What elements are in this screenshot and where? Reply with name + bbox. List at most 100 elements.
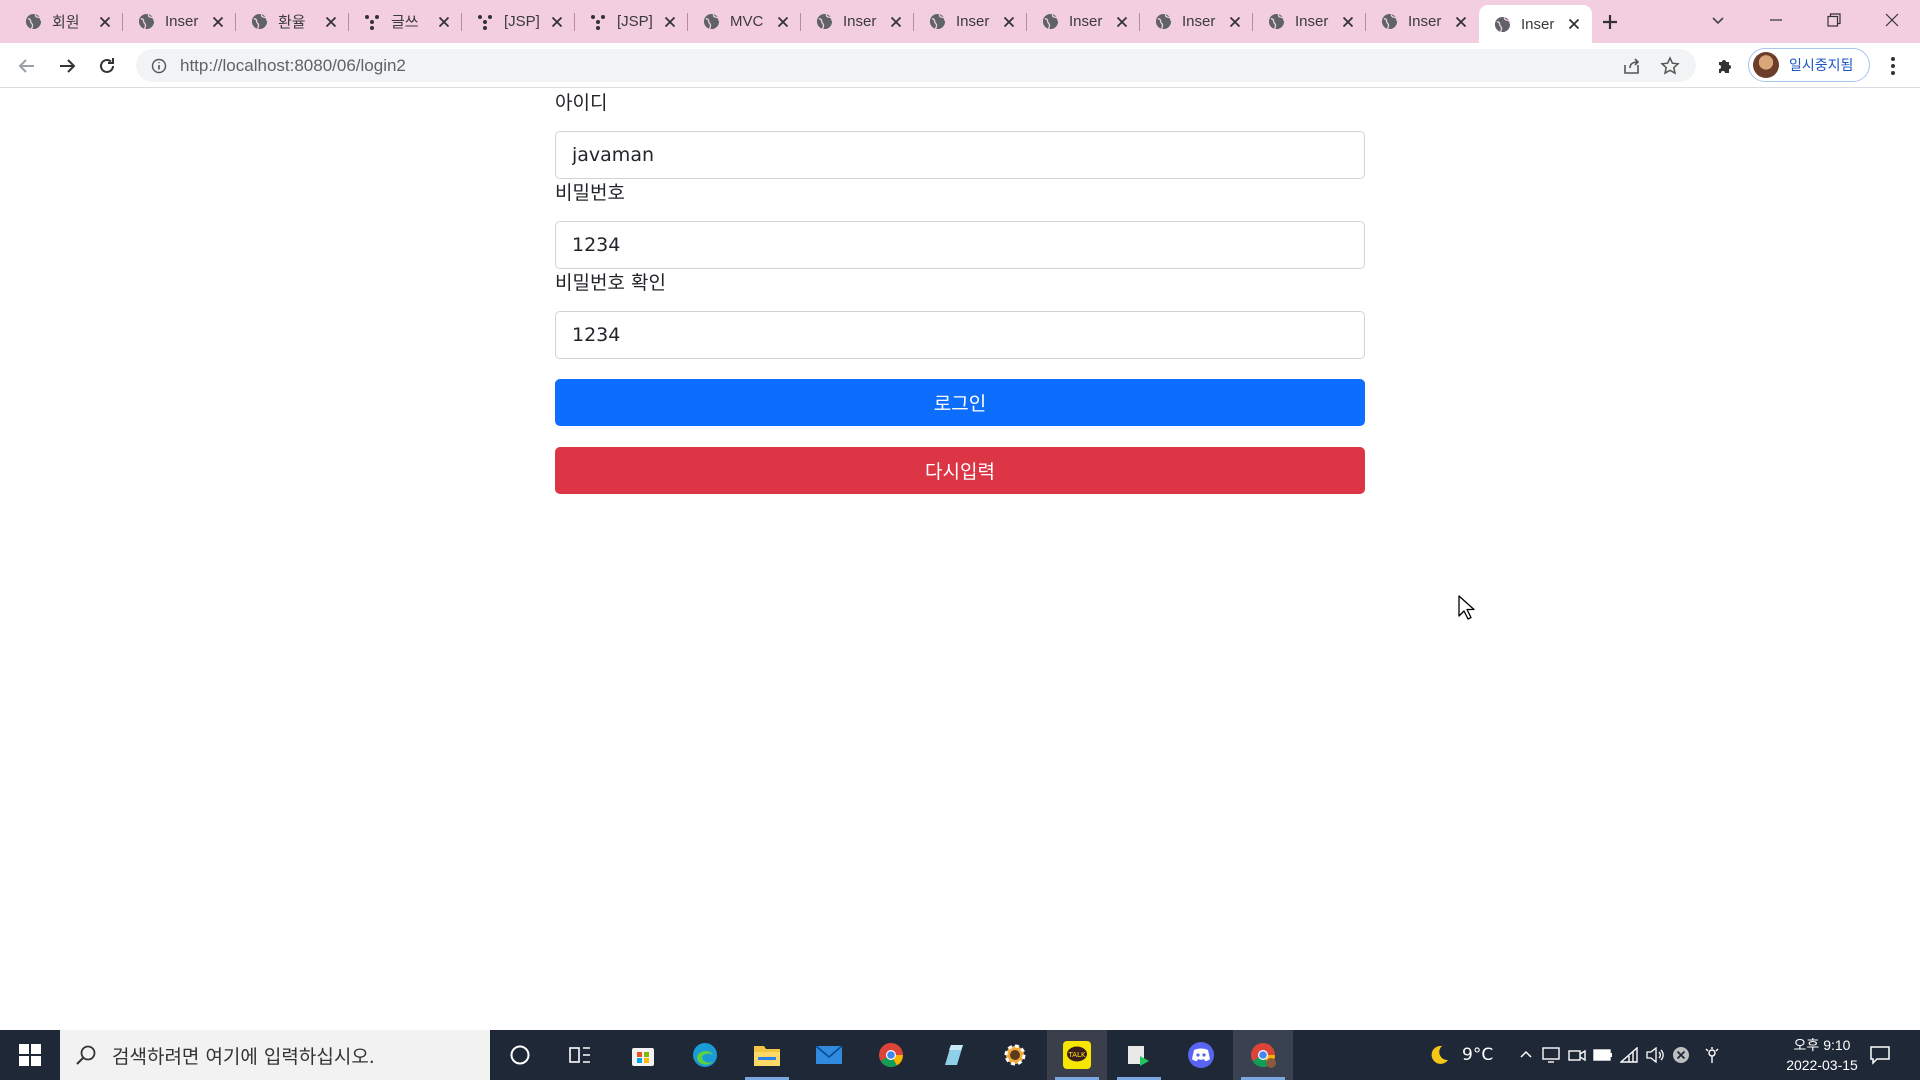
bookmark-star-icon[interactable] [1658,54,1682,78]
close-window-button[interactable] [1864,0,1920,40]
address-bar[interactable]: http://localhost:8080/06/login2 [136,49,1696,82]
share-icon[interactable] [1620,54,1644,78]
wifi-icon[interactable] [1616,1047,1642,1063]
notification-center-button[interactable] [1850,1030,1910,1080]
close-tab-icon[interactable] [210,14,226,30]
vpn-status-icon[interactable] [1668,1046,1694,1064]
volume-icon[interactable] [1642,1047,1668,1063]
browser-tab[interactable]: 글쓰 [349,5,462,38]
browser-tab[interactable]: Inser [1479,5,1592,43]
start-button[interactable] [0,1030,60,1080]
browser-menu-button[interactable] [1880,53,1906,79]
close-tab-icon[interactable] [436,14,452,30]
password-input[interactable] [555,221,1365,269]
avatar [1753,52,1779,78]
restore-icon [1827,13,1841,27]
close-tab-icon[interactable] [888,14,904,30]
globe-icon [1041,13,1059,31]
battery-icon[interactable] [1590,1049,1616,1061]
extensions-puzzle-icon[interactable] [1713,54,1737,78]
close-tab-icon[interactable] [1566,16,1582,32]
browser-tab[interactable]: Inser [1253,5,1366,38]
cortana-icon[interactable] [490,1030,550,1080]
profile-button[interactable]: 일시중지됨 [1748,48,1870,82]
tab-title: Inser [1069,13,1103,30]
mail-icon[interactable] [799,1030,859,1080]
password-confirm-input[interactable] [555,311,1365,359]
chrome-icon[interactable] [861,1030,921,1080]
browser-tab[interactable]: 환율 [236,5,349,38]
reload-button[interactable] [93,52,121,80]
password-label: 비밀번호 [555,182,625,204]
browser-tab[interactable]: [JSP] [462,5,575,38]
login-form: 아이디 비밀번호 비밀번호 확인 로그인 다시입력 [555,89,1365,494]
edge-browser-icon[interactable] [675,1030,735,1080]
url-text: http://localhost:8080/06/login2 [180,55,406,75]
file-explorer-icon[interactable] [737,1030,797,1080]
browser-tab[interactable]: Inser [914,5,1027,38]
browser-tab[interactable]: MVC [688,5,801,38]
close-tab-icon[interactable] [97,14,113,30]
task-view-icon[interactable] [550,1030,610,1080]
browser-tab[interactable]: Inser [1366,5,1479,38]
microsoft-store-icon[interactable] [613,1030,673,1080]
dots-icon [589,13,607,31]
windows-taskbar: 검색하려면 여기에 입력하십시오. TALK 9°C 오후 9:10 2022-… [0,1030,1920,1080]
tab-search-button[interactable] [1690,0,1746,40]
minimize-button[interactable] [1748,0,1804,40]
arrow-right-icon [60,59,76,73]
arrow-left-icon [18,59,34,73]
tab-title: MVC [730,13,764,30]
close-tab-icon[interactable] [1340,14,1356,30]
discord-icon[interactable] [1171,1030,1231,1080]
reset-button[interactable]: 다시입력 [555,447,1365,494]
svg-text:TALK: TALK [1067,1051,1085,1059]
browser-tab[interactable]: Inser [123,5,236,38]
globe-icon [815,13,833,31]
taskbar-search-box[interactable]: 검색하려면 여기에 입력하십시오. [60,1030,490,1080]
new-tab-button[interactable] [1596,8,1624,36]
weather-widget[interactable]: 9°C [1428,1030,1493,1080]
browser-tab[interactable]: [JSP] [575,5,688,38]
restore-button[interactable] [1806,0,1862,40]
page-content: 아이디 비밀번호 비밀번호 확인 로그인 다시입력 [0,89,1920,1030]
id-input[interactable] [555,131,1365,179]
meet-now-icon[interactable] [1564,1046,1590,1064]
media-player-icon[interactable] [1109,1030,1169,1080]
close-tab-icon[interactable] [1227,14,1243,30]
browser-tab[interactable]: Inser [801,5,914,38]
network-monitor-icon[interactable] [1538,1046,1564,1064]
forward-button[interactable] [53,52,81,80]
close-tab-icon[interactable] [323,14,339,30]
tab-title: [JSP] [504,13,540,30]
moon-icon [1431,1045,1448,1064]
close-tab-icon[interactable] [549,14,565,30]
close-tab-icon[interactable] [775,14,791,30]
close-tab-icon[interactable] [1001,14,1017,30]
windows-logo-icon [19,1044,41,1066]
chrome-profile-icon[interactable] [1233,1030,1293,1080]
browser-tab[interactable]: Inser [1027,5,1140,38]
kakaotalk-icon[interactable]: TALK [1047,1030,1107,1080]
globe-icon [1380,13,1398,31]
info-icon[interactable] [150,57,168,75]
notepad-app-icon[interactable] [923,1030,983,1080]
close-tab-icon[interactable] [662,14,678,30]
browser-tab[interactable]: 회원 [10,5,123,38]
chevron-up-icon[interactable] [1514,1048,1538,1062]
close-tab-icon[interactable] [1453,14,1469,30]
profile-status-label: 일시중지됨 [1789,58,1854,74]
globe-icon [250,13,268,31]
close-tab-icon[interactable] [1114,14,1130,30]
password-confirm-label: 비밀번호 확인 [555,272,666,294]
login-button[interactable]: 로그인 [555,379,1365,426]
settings-gear-icon[interactable] [985,1030,1045,1080]
input-method-icon[interactable] [1694,1046,1730,1064]
globe-icon [137,13,155,31]
tab-title: Inser [843,13,877,30]
globe-icon [24,13,42,31]
back-button[interactable] [13,52,41,80]
dots-icon [363,13,381,31]
browser-tab[interactable]: Inser [1140,5,1253,38]
browser-toolbar: http://localhost:8080/06/login2 일시중지됨 [0,43,1920,88]
